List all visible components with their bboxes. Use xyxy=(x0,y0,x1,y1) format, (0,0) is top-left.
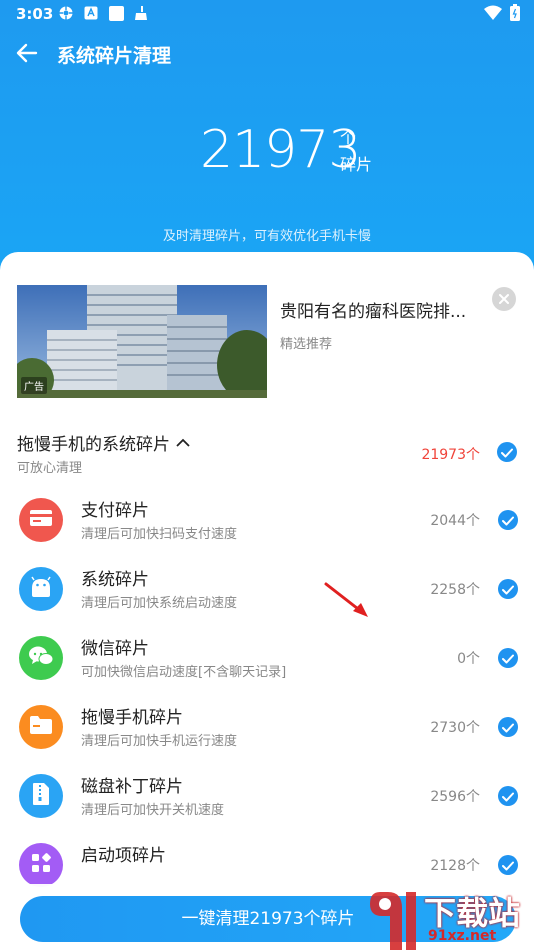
close-icon xyxy=(498,290,510,309)
row-count: 2730个 xyxy=(430,720,480,736)
count-unit-label: 碎片 xyxy=(340,155,373,174)
row-description: 清理后可加快手机运行速度 xyxy=(81,734,238,749)
row-checkbox[interactable] xyxy=(498,579,518,599)
zip-icon xyxy=(32,782,50,810)
check-icon xyxy=(502,511,514,530)
ad-subtitle: 精选推荐 xyxy=(280,337,333,352)
group-count: 21973个 xyxy=(421,447,480,463)
row-title: 磁盘补丁碎片 xyxy=(81,777,183,797)
row-count: 2128个 xyxy=(430,858,480,874)
watermark-logo-icon xyxy=(370,892,416,950)
row-checkbox[interactable] xyxy=(498,510,518,530)
row-icon-bg xyxy=(19,774,63,818)
group-checkbox[interactable] xyxy=(497,442,517,462)
row-description: 清理后可加快扫码支付速度 xyxy=(81,527,238,542)
toolbar: 系统碎片清理 xyxy=(0,36,534,72)
row-count: 2596个 xyxy=(430,789,480,805)
square-notification-icon xyxy=(108,5,124,21)
list-item-payment[interactable]: 支付碎片 清理后可加快扫码支付速度 2044个 xyxy=(0,490,534,559)
status-system-icons xyxy=(484,4,520,25)
app-notification-icon xyxy=(83,5,99,21)
row-count: 2044个 xyxy=(430,513,480,529)
row-count: 0个 xyxy=(457,651,480,667)
row-checkbox[interactable] xyxy=(498,648,518,668)
ad-badge: 广告 xyxy=(21,377,47,394)
count-unit: 个 xyxy=(340,128,357,147)
card-icon xyxy=(29,508,53,532)
row-description: 可加快微信启动速度[不含聊天记录] xyxy=(81,665,287,680)
status-notification-icons xyxy=(58,5,149,21)
row-icon-bg xyxy=(19,705,63,749)
row-checkbox[interactable] xyxy=(498,786,518,806)
list-item-system[interactable]: 系统碎片 清理后可加快系统启动速度 2258个 xyxy=(0,559,534,628)
summary-tagline: 及时清理碎片，可有效优化手机卡慢 xyxy=(162,229,371,244)
list-item-wechat[interactable]: 微信碎片 可加快微信启动速度[不含聊天记录] 0个 xyxy=(0,628,534,697)
row-icon-bg xyxy=(19,636,63,680)
ad-close-button[interactable] xyxy=(492,287,516,311)
watermark-url: 91xz.net xyxy=(428,928,497,944)
check-icon xyxy=(501,443,513,462)
row-icon-bg xyxy=(19,567,63,611)
row-checkbox[interactable] xyxy=(498,717,518,737)
wechat-icon xyxy=(28,645,54,671)
group-subtitle: 可放心清理 xyxy=(17,461,83,476)
wifi-icon xyxy=(484,5,502,25)
folder-icon xyxy=(29,715,53,739)
row-title: 微信碎片 xyxy=(81,639,149,659)
list-item-slowdown[interactable]: 拖慢手机碎片 清理后可加快手机运行速度 2730个 xyxy=(0,697,534,766)
annotation-arrow-icon xyxy=(324,582,368,617)
group-title: 拖慢手机的系统碎片 xyxy=(17,435,170,455)
battery-icon xyxy=(510,4,520,25)
check-icon xyxy=(502,580,514,599)
row-title: 拖慢手机碎片 xyxy=(81,708,183,728)
check-icon xyxy=(502,649,514,668)
row-description: 清理后可加快系统启动速度 xyxy=(81,596,238,611)
status-bar: 3:03 xyxy=(0,0,534,30)
chevron-up-icon xyxy=(176,433,190,453)
row-title: 系统碎片 xyxy=(81,570,149,590)
row-title: 支付碎片 xyxy=(81,501,149,521)
back-arrow-icon[interactable] xyxy=(14,40,40,66)
broom-notification-icon xyxy=(133,5,149,21)
row-icon-bg xyxy=(19,843,63,887)
fragment-total-count: 21973 xyxy=(200,120,361,180)
list-item-disk-patch[interactable]: 磁盘补丁碎片 清理后可加快开关机速度 2596个 xyxy=(0,766,534,835)
group-header[interactable]: 拖慢手机的系统碎片 xyxy=(17,430,190,455)
ad-image[interactable]: 广告 xyxy=(17,285,267,398)
row-title: 启动项碎片 xyxy=(81,846,166,866)
settings-notification-icon xyxy=(58,5,74,21)
check-icon xyxy=(502,856,514,875)
row-count: 2258个 xyxy=(430,582,480,598)
check-icon xyxy=(502,787,514,806)
page-title: 系统碎片清理 xyxy=(57,45,172,67)
android-icon xyxy=(29,576,53,602)
row-icon-bg xyxy=(19,498,63,542)
row-description: 清理后可加快开关机速度 xyxy=(81,803,225,818)
ad-title[interactable]: 贵阳有名的瘤科医院排... xyxy=(280,297,480,322)
status-time: 3:03 xyxy=(16,5,54,23)
check-icon xyxy=(502,718,514,737)
row-checkbox[interactable] xyxy=(498,855,518,875)
watermark: 下载站 91xz.net xyxy=(368,888,534,952)
apps-icon xyxy=(30,852,52,878)
